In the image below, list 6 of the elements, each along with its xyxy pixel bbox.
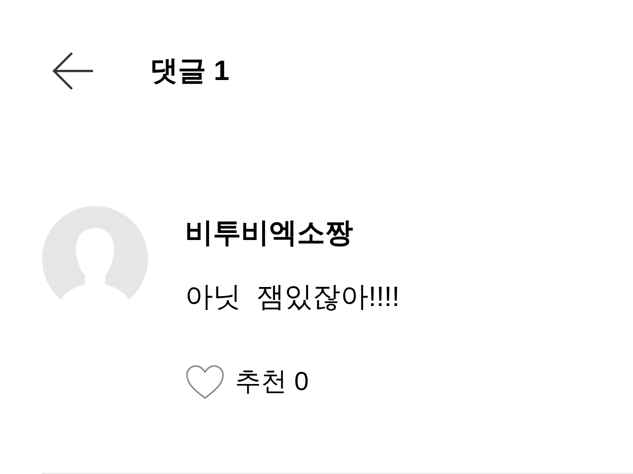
comment-author: 비투비엑소짱 <box>185 216 354 250</box>
back-button[interactable] <box>52 51 94 91</box>
page-title: 댓글 1 <box>150 54 230 88</box>
recommend-button[interactable]: 추천 0 <box>185 362 400 401</box>
back-arrow-icon <box>52 52 94 90</box>
comment-text: 아닛 잼있잖아!!!! <box>185 280 400 314</box>
